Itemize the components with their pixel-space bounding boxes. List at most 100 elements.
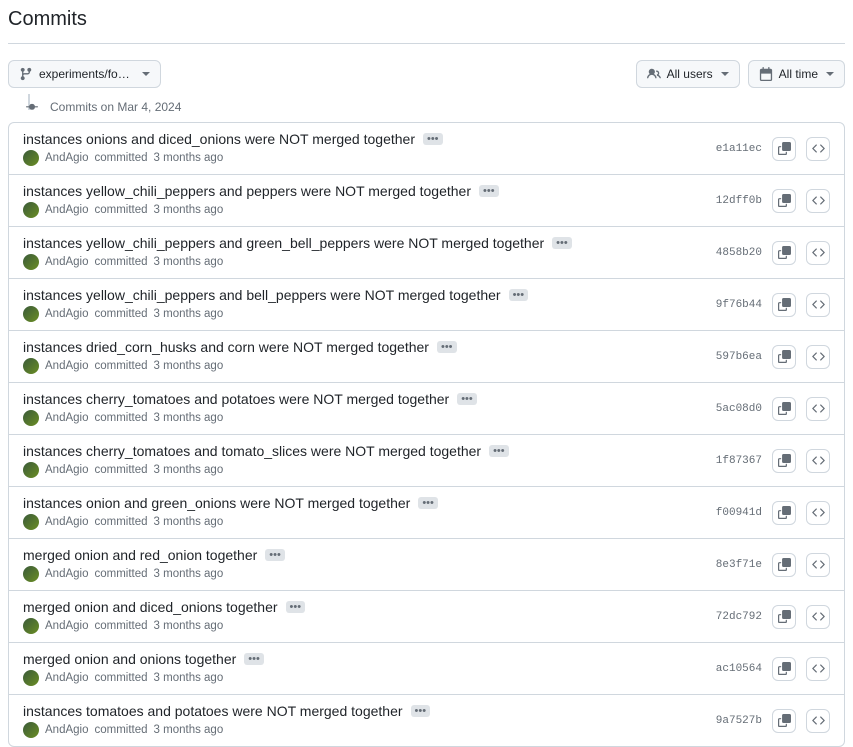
commit-sha[interactable]: 9a7527b xyxy=(716,715,762,727)
commit-sha[interactable]: 12dff0b xyxy=(716,195,762,207)
committed-label: committed xyxy=(94,152,147,164)
copy-sha-button[interactable] xyxy=(772,709,796,733)
avatar[interactable] xyxy=(23,254,39,270)
author-link[interactable]: AndAgio xyxy=(45,724,88,736)
people-icon xyxy=(647,67,661,81)
avatar[interactable] xyxy=(23,202,39,218)
commit-title-link[interactable]: merged onion and onions together xyxy=(23,651,236,667)
author-link[interactable]: AndAgio xyxy=(45,412,88,424)
author-link[interactable]: AndAgio xyxy=(45,308,88,320)
commit-title-link[interactable]: merged onion and diced_onions together xyxy=(23,599,278,615)
git-branch-icon xyxy=(19,67,33,81)
author-link[interactable]: AndAgio xyxy=(45,620,88,632)
commit-sha[interactable]: 5ac08d0 xyxy=(716,403,762,415)
browse-code-button[interactable] xyxy=(806,241,830,265)
commit-title-link[interactable]: instances yellow_chili_peppers and green… xyxy=(23,235,544,251)
copy-sha-button[interactable] xyxy=(772,241,796,265)
expand-message-button[interactable]: ••• xyxy=(509,289,529,301)
branch-selector[interactable]: experiments/food... xyxy=(8,60,161,88)
commit-title-link[interactable]: merged onion and red_onion together xyxy=(23,547,257,563)
users-filter[interactable]: All users xyxy=(636,60,740,88)
expand-message-button[interactable]: ••• xyxy=(552,237,572,249)
copy-sha-button[interactable] xyxy=(772,137,796,161)
copy-sha-button[interactable] xyxy=(772,189,796,213)
commit-title-link[interactable]: instances cherry_tomatoes and potatoes w… xyxy=(23,391,449,407)
commit-sha[interactable]: 8e3f71e xyxy=(716,559,762,571)
date-group-header: Commits on Mar 4, 2024 xyxy=(26,100,845,114)
expand-message-button[interactable]: ••• xyxy=(457,393,477,405)
copy-sha-button[interactable] xyxy=(772,449,796,473)
copy-sha-button[interactable] xyxy=(772,605,796,629)
commit-sha[interactable]: 72dc792 xyxy=(716,611,762,623)
browse-code-button[interactable] xyxy=(806,553,830,577)
avatar[interactable] xyxy=(23,462,39,478)
author-link[interactable]: AndAgio xyxy=(45,360,88,372)
time-filter[interactable]: All time xyxy=(748,60,845,88)
commit-sha[interactable]: 9f76b44 xyxy=(716,299,762,311)
avatar[interactable] xyxy=(23,618,39,634)
author-link[interactable]: AndAgio xyxy=(45,672,88,684)
expand-message-button[interactable]: ••• xyxy=(418,497,438,509)
browse-code-button[interactable] xyxy=(806,293,830,317)
expand-message-button[interactable]: ••• xyxy=(479,185,499,197)
browse-code-button[interactable] xyxy=(806,189,830,213)
avatar[interactable] xyxy=(23,358,39,374)
avatar[interactable] xyxy=(23,306,39,322)
browse-code-button[interactable] xyxy=(806,657,830,681)
author-link[interactable]: AndAgio xyxy=(45,516,88,528)
commit-title-link[interactable]: instances yellow_chili_peppers and peppe… xyxy=(23,183,471,199)
copy-sha-button[interactable] xyxy=(772,345,796,369)
expand-message-button[interactable]: ••• xyxy=(265,549,285,561)
commit-title-link[interactable]: instances onion and green_onions were NO… xyxy=(23,495,410,511)
avatar[interactable] xyxy=(23,150,39,166)
copy-sha-button[interactable] xyxy=(772,501,796,525)
date-label: Commits on Mar 4, 2024 xyxy=(50,100,181,114)
browse-code-button[interactable] xyxy=(806,605,830,629)
browse-code-button[interactable] xyxy=(806,397,830,421)
browse-code-button[interactable] xyxy=(806,345,830,369)
browse-code-button[interactable] xyxy=(806,709,830,733)
commit-time: 3 months ago xyxy=(154,672,224,684)
commit-sha[interactable]: ac10564 xyxy=(716,663,762,675)
avatar[interactable] xyxy=(23,722,39,738)
browse-code-button[interactable] xyxy=(806,449,830,473)
copy-sha-button[interactable] xyxy=(772,293,796,317)
commit-title-link[interactable]: instances cherry_tomatoes and tomato_sli… xyxy=(23,443,481,459)
author-link[interactable]: AndAgio xyxy=(45,256,88,268)
commit-title-link[interactable]: instances onions and diced_onions were N… xyxy=(23,131,415,147)
expand-message-button[interactable]: ••• xyxy=(244,653,264,665)
browse-code-button[interactable] xyxy=(806,137,830,161)
avatar[interactable] xyxy=(23,566,39,582)
commit-title-link[interactable]: instances dried_corn_husks and corn were… xyxy=(23,339,429,355)
copy-sha-button[interactable] xyxy=(772,397,796,421)
commit-row: instances cherry_tomatoes and tomato_sli… xyxy=(9,435,844,487)
expand-message-button[interactable]: ••• xyxy=(411,705,431,717)
copy-sha-button[interactable] xyxy=(772,657,796,681)
author-link[interactable]: AndAgio xyxy=(45,204,88,216)
expand-message-button[interactable]: ••• xyxy=(437,341,457,353)
browse-code-button[interactable] xyxy=(806,501,830,525)
commit-title-link[interactable]: instances tomatoes and potatoes were NOT… xyxy=(23,703,403,719)
caret-down-icon xyxy=(721,72,729,76)
commit-row: instances yellow_chili_peppers and green… xyxy=(9,227,844,279)
commit-sha[interactable]: 1f87367 xyxy=(716,455,762,467)
commit-sha[interactable]: e1a11ec xyxy=(716,143,762,155)
author-link[interactable]: AndAgio xyxy=(45,568,88,580)
avatar[interactable] xyxy=(23,514,39,530)
expand-message-button[interactable]: ••• xyxy=(423,133,443,145)
users-filter-label: All users xyxy=(667,67,713,81)
commit-title-link[interactable]: instances yellow_chili_peppers and bell_… xyxy=(23,287,501,303)
commit-sha[interactable]: 597b6ea xyxy=(716,351,762,363)
avatar[interactable] xyxy=(23,670,39,686)
copy-sha-button[interactable] xyxy=(772,553,796,577)
author-link[interactable]: AndAgio xyxy=(45,464,88,476)
expand-message-button[interactable]: ••• xyxy=(286,601,306,613)
commit-time: 3 months ago xyxy=(154,256,224,268)
avatar[interactable] xyxy=(23,410,39,426)
commit-sha[interactable]: f00941d xyxy=(716,507,762,519)
author-link[interactable]: AndAgio xyxy=(45,152,88,164)
commit-row: instances cherry_tomatoes and potatoes w… xyxy=(9,383,844,435)
expand-message-button[interactable]: ••• xyxy=(489,445,509,457)
commit-sha[interactable]: 4858b20 xyxy=(716,247,762,259)
commit-time: 3 months ago xyxy=(154,360,224,372)
